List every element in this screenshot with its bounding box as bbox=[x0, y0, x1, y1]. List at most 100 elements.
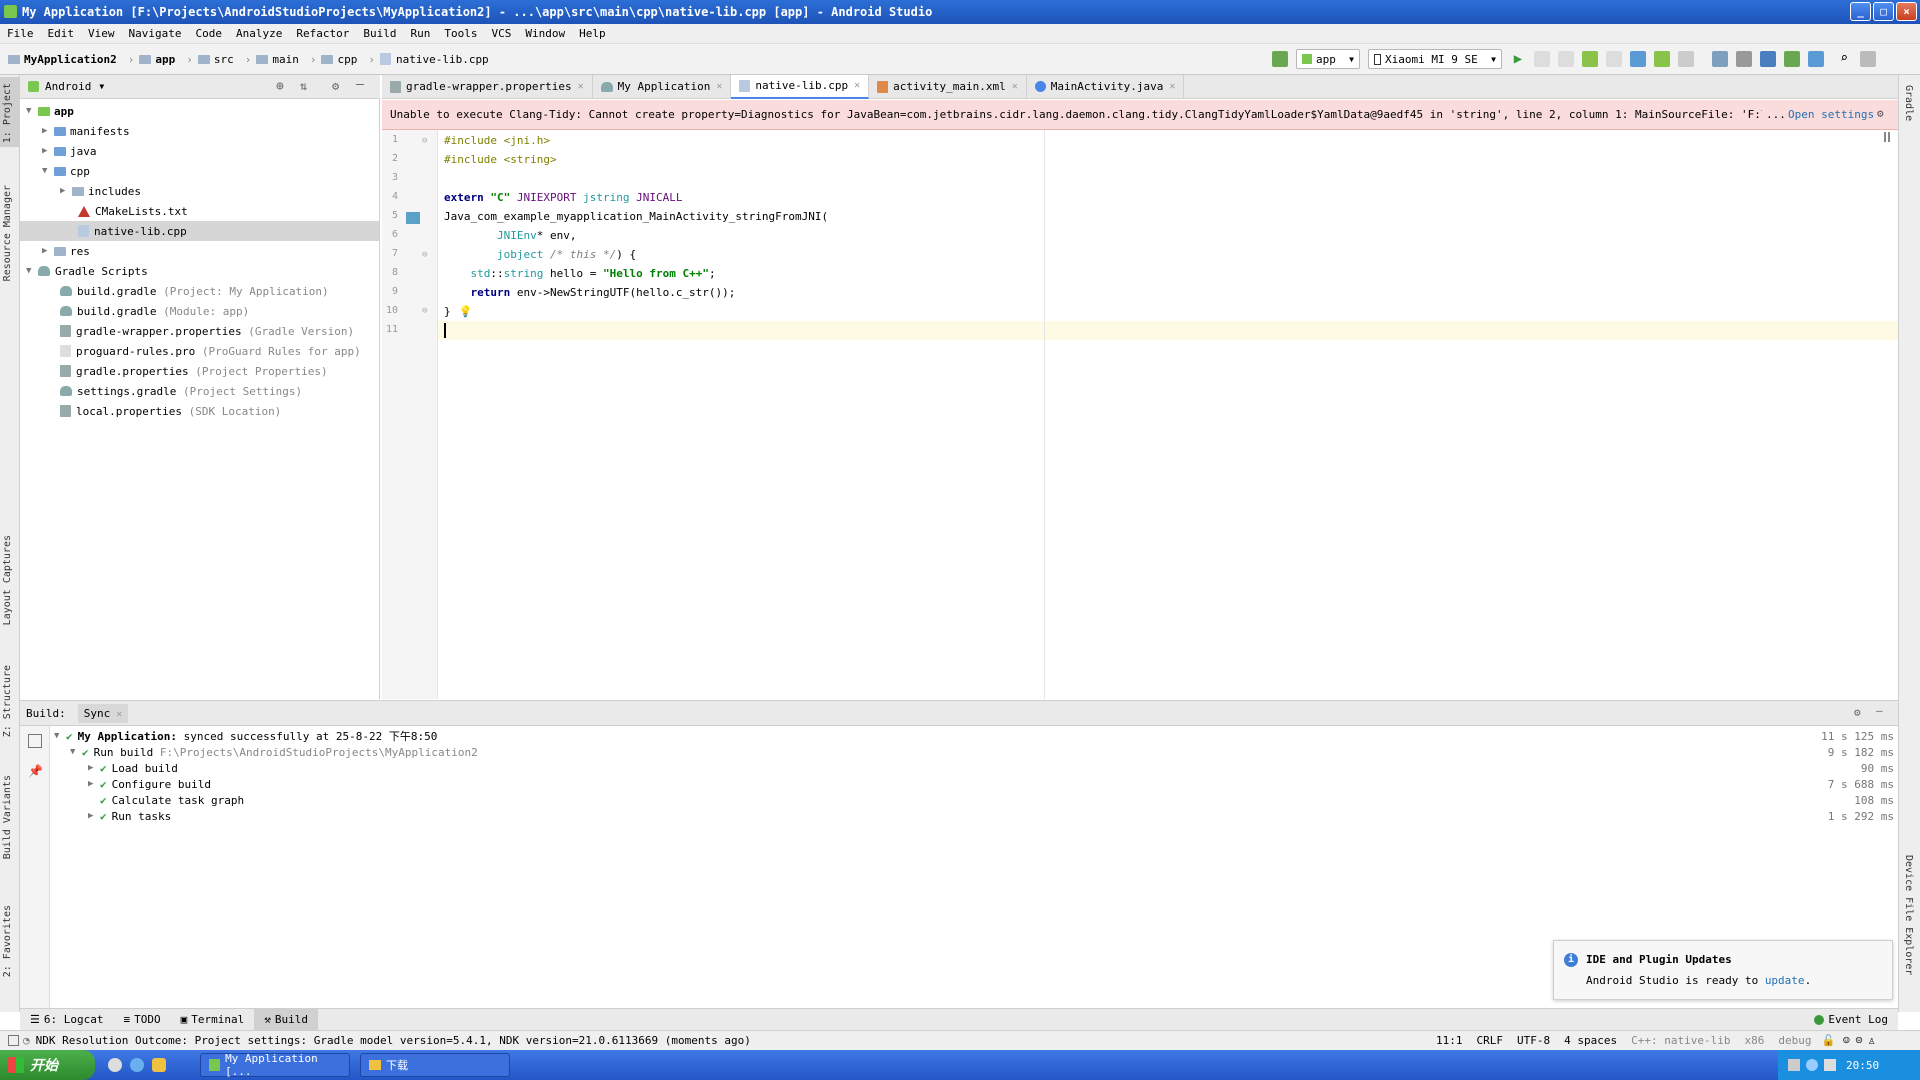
event-log-button[interactable]: Event Log bbox=[1804, 1009, 1898, 1031]
taskbar-item-downloads[interactable]: 下载 bbox=[360, 1053, 510, 1077]
editor-tab-activity-main[interactable]: activity_main.xml ✕ bbox=[869, 74, 1027, 99]
taskbar-item-android-studio[interactable]: My Application [... bbox=[200, 1052, 350, 1078]
clock[interactable]: 20:50 bbox=[1846, 1059, 1879, 1072]
indent-selector[interactable]: 4 spaces bbox=[1564, 1034, 1617, 1047]
tree-node-proguard[interactable]: proguard-rules.pro (ProGuard Rules for a… bbox=[60, 341, 361, 361]
jni-navigate-icon[interactable] bbox=[406, 212, 420, 224]
tree-node-gradle-wrapper[interactable]: gradle-wrapper.properties (Gradle Versio… bbox=[60, 321, 354, 341]
code-editor[interactable]: #include <jni.h> #include <string> exter… bbox=[438, 130, 1898, 699]
run-config-dropdown[interactable]: app ▼ bbox=[1296, 49, 1360, 69]
tree-node-java[interactable]: ▶ java bbox=[42, 141, 97, 161]
tree-node-settings-gradle[interactable]: settings.gradle (Project Settings) bbox=[60, 381, 302, 401]
fold-marker-icon[interactable]: ⊖ bbox=[422, 136, 427, 146]
close-tab-icon[interactable]: ✕ bbox=[854, 80, 860, 91]
breadcrumb-main[interactable]: main bbox=[256, 53, 299, 66]
build-row[interactable]: ▼ ✔ My Application: synced successfully at… bbox=[54, 728, 1898, 744]
coverage-icon[interactable] bbox=[1606, 51, 1622, 67]
restart-sync-icon[interactable] bbox=[28, 734, 42, 748]
build-row[interactable]: ▼ ✔ Run build F:\Projects\AndroidStudioPro… bbox=[70, 744, 1898, 760]
quicklaunch-icon[interactable] bbox=[108, 1058, 122, 1072]
menu-help[interactable]: Help bbox=[579, 27, 606, 40]
account-icon[interactable] bbox=[1860, 51, 1876, 67]
tool-tab-build-variants[interactable]: Build Variants bbox=[2, 775, 13, 859]
menu-vcs[interactable]: VCS bbox=[491, 27, 511, 40]
build-row[interactable]: ▶ ✔ Load build 90 ms bbox=[88, 760, 1898, 776]
minimize-button[interactable]: _ bbox=[1850, 2, 1871, 21]
tool-tab-todo[interactable]: ≡ TODO bbox=[113, 1009, 170, 1031]
editor-tab-main-activity[interactable]: MainActivity.java ✕ bbox=[1027, 74, 1185, 99]
menu-analyze[interactable]: Analyze bbox=[236, 27, 282, 40]
menu-build[interactable]: Build bbox=[363, 27, 396, 40]
line-separator-selector[interactable]: CRLF bbox=[1477, 1034, 1504, 1047]
inspection-status-icon[interactable] bbox=[1884, 132, 1890, 142]
tree-node-app[interactable]: ▼ app bbox=[26, 101, 74, 121]
happy-feedback-icon[interactable]: ☺ bbox=[1843, 1034, 1850, 1047]
sync-project-icon[interactable] bbox=[1712, 51, 1728, 67]
gear-icon[interactable]: ⚙ bbox=[1854, 706, 1861, 719]
close-tab-icon[interactable]: ✕ bbox=[578, 81, 584, 92]
chevron-down-icon[interactable]: ▼ bbox=[99, 82, 104, 91]
pin-icon[interactable]: 📌 bbox=[28, 764, 43, 778]
tool-tab-gradle[interactable]: Gradle bbox=[1903, 85, 1914, 121]
resolve-context-selector[interactable]: C++: native-lib bbox=[1631, 1034, 1730, 1047]
apply-changes-icon[interactable] bbox=[1534, 51, 1550, 67]
tree-node-cpp[interactable]: ▼ cpp bbox=[42, 161, 90, 181]
project-view-selector[interactable]: Android bbox=[45, 80, 91, 93]
gear-icon[interactable]: ⚙ bbox=[1877, 107, 1884, 120]
menu-view[interactable]: View bbox=[88, 27, 115, 40]
menu-navigate[interactable]: Navigate bbox=[129, 27, 182, 40]
sad-feedback-icon[interactable]: ☹ bbox=[1856, 1034, 1863, 1047]
tool-tab-layout-captures[interactable]: Layout Captures bbox=[2, 535, 13, 625]
breadcrumb-cpp[interactable]: cpp bbox=[321, 53, 357, 66]
breadcrumb-src[interactable]: src bbox=[197, 53, 234, 66]
attach-debugger-icon[interactable] bbox=[1654, 51, 1670, 67]
tree-node-local-properties[interactable]: local.properties (SDK Location) bbox=[60, 401, 281, 421]
avd-manager-icon[interactable] bbox=[1736, 51, 1752, 67]
tab-sync[interactable]: Sync ✕ bbox=[77, 703, 129, 723]
start-button[interactable]: 开始 bbox=[0, 1050, 95, 1080]
menu-window[interactable]: Window bbox=[525, 27, 565, 40]
tool-tab-favorites[interactable]: 2: Favorites bbox=[2, 905, 13, 977]
toggle-tool-windows-icon[interactable] bbox=[8, 1035, 19, 1046]
apply-code-changes-icon[interactable] bbox=[1558, 51, 1574, 67]
breadcrumb-app[interactable]: app bbox=[139, 53, 175, 66]
tool-tab-device-file-explorer[interactable]: Device File Explorer bbox=[1903, 855, 1914, 975]
breadcrumb-project[interactable]: MyApplication2 bbox=[8, 53, 117, 66]
hammer-build-icon[interactable] bbox=[1272, 51, 1288, 67]
menu-code[interactable]: Code bbox=[195, 27, 222, 40]
sdk-manager-icon[interactable] bbox=[1760, 51, 1776, 67]
fold-marker-icon[interactable]: ⊖ bbox=[422, 306, 427, 316]
tool-tab-build[interactable]: ⚒ Build bbox=[254, 1008, 318, 1031]
stop-icon[interactable] bbox=[1678, 51, 1694, 67]
encoding-selector[interactable]: UTF-8 bbox=[1517, 1034, 1550, 1047]
locate-file-icon[interactable]: ⊕ bbox=[276, 79, 284, 94]
editor-tab-gradle-wrapper[interactable]: gradle-wrapper.properties ✕ bbox=[382, 74, 593, 99]
arch-selector[interactable]: x86 bbox=[1744, 1034, 1764, 1047]
menu-file[interactable]: File bbox=[7, 27, 34, 40]
close-tab-icon[interactable]: ✕ bbox=[1012, 81, 1018, 92]
tree-node-manifests[interactable]: ▶ manifests bbox=[42, 121, 130, 141]
menu-refactor[interactable]: Refactor bbox=[296, 27, 349, 40]
update-link[interactable]: update bbox=[1765, 974, 1805, 987]
network-icon[interactable] bbox=[1824, 1059, 1836, 1071]
breadcrumb-file[interactable]: native-lib.cpp bbox=[379, 53, 489, 66]
tray-icon[interactable] bbox=[1788, 1059, 1800, 1071]
fold-marker-icon[interactable]: ⊖ bbox=[422, 250, 427, 260]
open-settings-link[interactable]: Open settings bbox=[1784, 108, 1879, 121]
close-tab-icon[interactable]: ✕ bbox=[716, 81, 722, 92]
profile-icon[interactable] bbox=[1630, 51, 1646, 67]
run-icon[interactable]: ▶ bbox=[1510, 51, 1526, 67]
maximize-button[interactable]: □ bbox=[1873, 2, 1894, 21]
tool-tab-project[interactable]: 1: Project bbox=[2, 83, 13, 143]
build-row[interactable]: ▶ ✔ Run tasks 1 s 292 ms bbox=[88, 808, 1898, 824]
tree-node-cmakelists[interactable]: CMakeLists.txt bbox=[78, 201, 188, 221]
browser-icon[interactable] bbox=[130, 1058, 144, 1072]
menu-edit[interactable]: Edit bbox=[48, 27, 75, 40]
tool-tab-terminal[interactable]: ▣ Terminal bbox=[171, 1009, 255, 1031]
project-structure-icon[interactable] bbox=[1808, 51, 1824, 67]
explorer-icon[interactable] bbox=[152, 1058, 166, 1072]
search-icon[interactable]: ⌕ bbox=[1836, 51, 1852, 67]
update-notification[interactable]: i IDE and Plugin Updates Android Studio … bbox=[1553, 940, 1893, 1000]
collapse-all-icon[interactable]: ⇅ bbox=[300, 79, 307, 93]
close-tab-icon[interactable]: ✕ bbox=[1169, 81, 1175, 92]
